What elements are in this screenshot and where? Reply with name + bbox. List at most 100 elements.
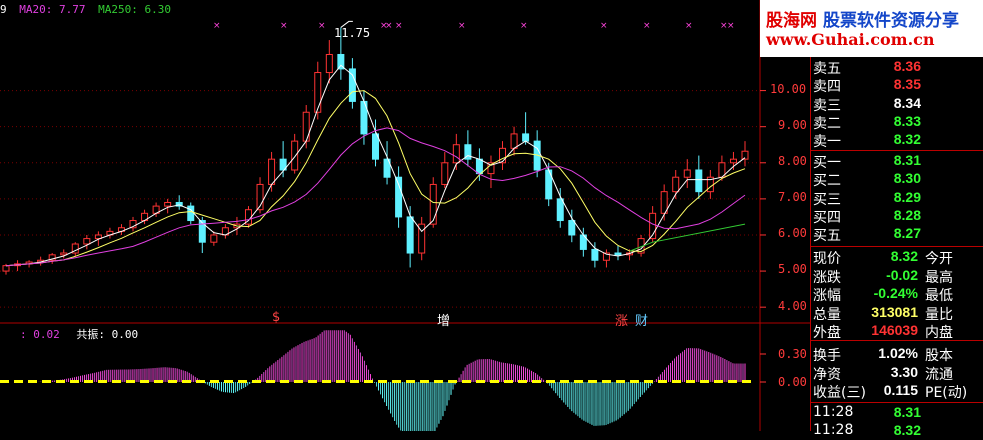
resonance-dash	[322, 380, 331, 383]
resonance-dash	[294, 380, 303, 383]
signal-marker: ×	[213, 21, 221, 31]
candle-body	[429, 183, 437, 225]
candle-body	[372, 133, 379, 160]
indicator-legend: : 0.02 共振: 0.00	[20, 326, 138, 342]
candle-body	[452, 144, 460, 164]
buy-level-5-value: 8.27	[893, 225, 921, 242]
sell-level-2-label: 卖二	[813, 115, 841, 132]
watermark-banner: 股海网 股票软件资源分享 www.Guhai.com.cn	[760, 0, 983, 57]
resonance-dash	[462, 380, 471, 383]
tick-row: 11:28 8.31	[813, 404, 921, 422]
ma-legend: 9 MA20: 7.77 MA250: 6.30	[0, 3, 177, 16]
resonance-dash	[518, 380, 527, 383]
signal-marker: ×	[458, 21, 466, 31]
candle-body	[695, 169, 703, 193]
sell-level-4-label: 卖四	[813, 79, 841, 96]
candle-body	[406, 216, 414, 254]
signal-marker: ×	[395, 21, 403, 31]
stat-row-value: 146039	[871, 322, 918, 339]
buy-level-4: 买四 8.28	[813, 207, 921, 226]
stat-row-label2: 最低	[925, 288, 953, 305]
stat-row-label: 换手	[813, 348, 841, 364]
signal-marker: ×	[385, 21, 393, 31]
stat-row-label: 现价	[813, 251, 841, 267]
stat-row-label2: PE(动)	[925, 385, 968, 402]
sell-level-1-value: 8.32	[893, 131, 921, 148]
indicator-gongzhen: 共振: 0.00	[76, 328, 139, 341]
signal-zeng: 增	[437, 314, 451, 329]
indicator-value: : 0.02	[20, 328, 60, 341]
ma-first-value: 9	[0, 3, 7, 16]
buy-level-3: 买三 8.29	[813, 188, 921, 208]
sell-level-2-value: 8.33	[893, 112, 921, 129]
tick-row-label: 11:28	[813, 422, 854, 438]
separator	[811, 246, 983, 247]
resonance-dash	[196, 380, 205, 383]
banner-url: www.Guhai.com.cn	[766, 30, 935, 49]
resonance-dash	[378, 380, 387, 383]
resonance-dash	[560, 380, 569, 383]
sell-level-1-label: 卖一	[813, 134, 841, 151]
stat-row: 净资 3.30 流通	[813, 364, 958, 383]
banner-line1: 股海网 股票软件资源分享	[766, 6, 959, 31]
resonance-dash	[126, 380, 135, 383]
resonance-dash	[84, 380, 93, 383]
resonance-dash	[588, 380, 597, 383]
signal-zhang: 涨	[615, 314, 629, 329]
resonance-dash	[224, 380, 233, 383]
resonance-dash	[238, 380, 247, 383]
resonance-dash	[532, 380, 541, 383]
resonance-dash	[14, 380, 23, 383]
y-tick-label: 5.00	[778, 262, 807, 276]
buy-level-3-label: 买三	[813, 191, 841, 208]
stat-row-label2: 流通	[925, 366, 953, 383]
resonance-dash	[98, 380, 107, 383]
candle-body	[568, 220, 576, 236]
candle-body	[314, 72, 322, 113]
kline-chart[interactable]: × × × ×× × × × × × × × ×	[0, 0, 810, 431]
stat-row-label: 净资	[813, 366, 841, 383]
resonance-dash	[210, 380, 219, 383]
stat-row: 外盘 146039 内盘	[813, 322, 958, 341]
resonance-dash	[546, 380, 555, 383]
stat-row-label2: 今开	[925, 251, 953, 267]
stat-row-label: 涨跌	[813, 269, 841, 286]
y-tick-label: 7.00	[778, 190, 807, 204]
buy-level-1-label: 买一	[813, 155, 841, 171]
ind-tick-label: 0.00	[778, 375, 807, 389]
buy-level-4-label: 买四	[813, 209, 841, 226]
resonance-dash	[686, 380, 695, 383]
resonance-dash	[406, 380, 415, 383]
sell-level-5: 卖五 8.36	[813, 58, 921, 77]
stat-row-value: 0.115	[883, 382, 918, 399]
resonance-dash	[714, 380, 723, 383]
high-marker: 11.75	[334, 26, 371, 40]
resonance-dash	[658, 380, 667, 383]
stat-row-value: -0.24%	[873, 285, 918, 302]
candle-body	[2, 265, 10, 272]
stat-row: 换手 1.02% 股本	[813, 345, 958, 364]
resonance-dash	[70, 380, 79, 383]
signal-marker: ×	[643, 21, 651, 31]
candle-body	[475, 158, 483, 175]
candle-body	[441, 162, 449, 185]
resonance-dash	[392, 380, 401, 383]
resonance-dash	[28, 380, 37, 383]
stat-row: 收益(三) 0.115 PE(动)	[813, 382, 967, 401]
resonance-dash	[672, 380, 681, 383]
candle-body	[510, 133, 518, 149]
candle-body	[683, 169, 691, 178]
resonance-dash	[42, 380, 51, 383]
candle-body	[614, 252, 622, 256]
resonance-dash	[476, 380, 485, 383]
resonance-dash	[182, 380, 191, 383]
buy-level-5-label: 买五	[813, 228, 841, 245]
candle-body	[164, 201, 172, 207]
kline-chart-area[interactable]: × × × × × × × × × × × × × 9 MA20: 7.77 MA250: 6.30 1…	[0, 0, 810, 431]
tick-row-value: 8.32	[893, 422, 921, 438]
resonance-dash	[742, 380, 751, 383]
sell-level-2: 卖二 8.33	[813, 112, 921, 132]
separator	[811, 150, 983, 151]
buy-level-3-value: 8.29	[893, 188, 921, 205]
sell-level-3-label: 卖三	[813, 97, 841, 114]
